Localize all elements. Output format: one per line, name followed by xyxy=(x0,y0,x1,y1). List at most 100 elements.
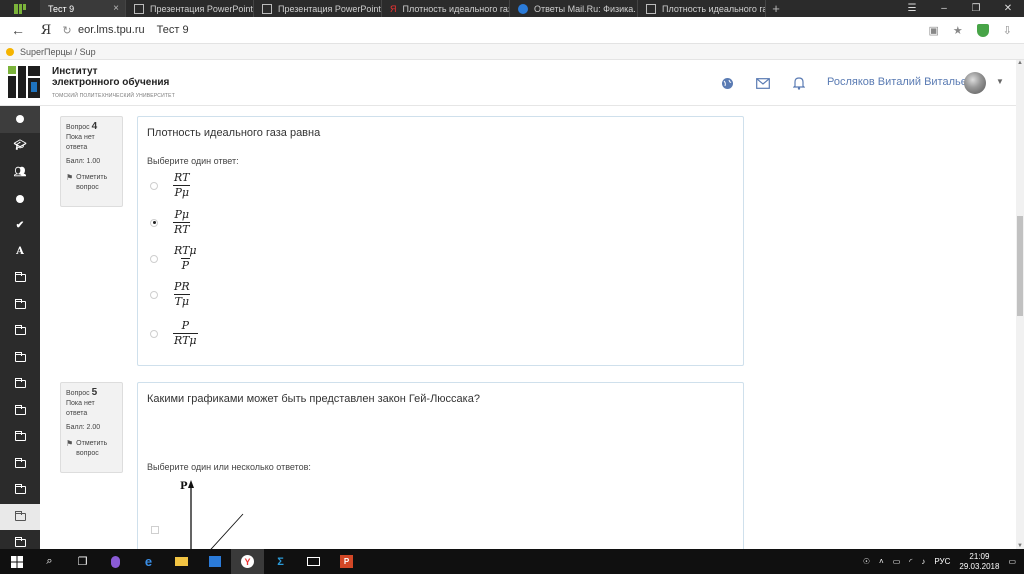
browser-tab-2[interactable]: Презентация PowerPoint xyxy=(126,0,254,17)
radio-button[interactable] xyxy=(150,290,158,299)
browser-tab-3[interactable]: Презентация PowerPoint xyxy=(254,0,382,17)
sidebar-item-folder-8[interactable] xyxy=(0,451,40,478)
sidebar-item-participants[interactable]: 👥︎ xyxy=(0,159,40,186)
yandex-browser-icon[interactable]: Y xyxy=(231,549,264,574)
back-arrow-icon[interactable]: ← xyxy=(0,22,36,38)
browser-tab-6[interactable]: Плотность идеального газа xyxy=(638,0,766,17)
question-box: Плотность идеального газа равна Выберите… xyxy=(137,116,744,366)
sidebar-item-dashboard[interactable]: 🎓︎ xyxy=(0,133,40,160)
browser-tab-1[interactable]: Тест 9 × xyxy=(40,0,126,17)
sidebar-item-folder-3[interactable] xyxy=(0,318,40,345)
close-window-icon[interactable]: ✕ xyxy=(992,0,1024,17)
folder-icon xyxy=(14,484,26,495)
graduation-cap-icon: 🎓︎ xyxy=(13,140,27,152)
users-icon: 👥︎ xyxy=(13,166,27,178)
new-tab-icon[interactable]: + xyxy=(766,0,786,17)
user-menu-name[interactable]: Росляков Виталий Витальевич xyxy=(827,76,985,88)
flag-icon: ⚑ xyxy=(66,439,74,448)
circle-icon xyxy=(16,194,24,203)
scroll-up-icon[interactable]: ▲ xyxy=(1016,60,1024,66)
check-circle-icon: ✔ xyxy=(15,219,25,231)
bookmark-star-icon[interactable]: ★ xyxy=(953,24,963,37)
document-icon xyxy=(134,3,144,14)
search-icon[interactable]: ⌕ xyxy=(33,549,66,574)
mail-icon[interactable] xyxy=(297,549,330,574)
sidebar-item-competencies[interactable]: ✔ xyxy=(0,212,40,239)
windows-taskbar: ⌕ ❐ e Y Σ P ☉ ˄ ▭ ◜ ♪ РУС 21:09 29.03.20… xyxy=(0,549,1024,574)
sidebar-item-folder-10[interactable] xyxy=(0,503,40,530)
yandex-logo-icon[interactable]: Я xyxy=(36,23,56,38)
close-icon[interactable]: × xyxy=(113,3,119,14)
document-icon xyxy=(646,3,656,14)
reload-icon[interactable]: ↻ xyxy=(56,24,78,37)
folder-icon xyxy=(14,325,26,336)
url-domain: eor.lms.tpu.ru xyxy=(78,24,145,36)
browser-tab-4[interactable]: Я Плотность идеального газа xyxy=(382,0,510,17)
cortana-icon[interactable] xyxy=(99,549,132,574)
answer-option-4[interactable]: PR Tμ xyxy=(150,281,191,308)
chevron-up-icon[interactable]: ˄ xyxy=(879,557,884,566)
minimize-icon[interactable]: – xyxy=(928,0,960,17)
downloads-icon[interactable]: ⇩ xyxy=(1003,24,1012,37)
language-indicator[interactable]: РУС xyxy=(934,557,950,566)
url-page-title: Тест 9 xyxy=(156,24,189,36)
url-field[interactable]: eor.lms.tpu.ru Тест 9 xyxy=(78,24,189,36)
quiz-content: Вопрос 4 Пока нет ответа Балл: 1.00 ⚑ От… xyxy=(40,106,1016,549)
sidebar-item-folder-7[interactable] xyxy=(0,424,40,451)
bookmark-item[interactable]: SuperПерцы / Sup xyxy=(20,47,96,57)
answer-option-3[interactable]: RTμ P xyxy=(150,245,198,272)
chevron-down-icon[interactable]: ▼ xyxy=(996,77,1004,86)
people-icon[interactable]: ☉ xyxy=(863,557,870,566)
answer-option-5[interactable]: P RTμ xyxy=(150,320,198,347)
app-sigma-icon[interactable]: Σ xyxy=(264,549,297,574)
start-icon[interactable] xyxy=(0,549,33,574)
sidebar-item-folder-1[interactable] xyxy=(0,265,40,292)
maximize-icon[interactable]: ❐ xyxy=(960,0,992,17)
wifi-icon[interactable]: ◜ xyxy=(909,557,912,566)
task-view-icon[interactable]: ❐ xyxy=(66,549,99,574)
notifications-bell-icon[interactable] xyxy=(792,76,806,90)
sidebar-item-folder-6[interactable] xyxy=(0,398,40,425)
reader-mode-icon[interactable]: ▣ xyxy=(929,24,939,37)
volume-icon[interactable]: ♪ xyxy=(921,557,925,566)
page-scrollbar[interactable]: ▲ ▼ xyxy=(1016,60,1024,549)
answer-option-1[interactable]: RT Pμ xyxy=(150,172,190,199)
formula: Pμ RT xyxy=(173,208,191,236)
radio-button[interactable] xyxy=(150,254,158,263)
avatar[interactable] xyxy=(964,72,986,94)
yandex-menu-icon[interactable] xyxy=(0,0,40,17)
notifications-icon[interactable]: ▭ xyxy=(1008,557,1016,566)
edge-icon[interactable]: e xyxy=(132,549,165,574)
powerpoint-icon[interactable]: P xyxy=(330,549,363,574)
browser-tab-5[interactable]: Ответы Mail.Ru: Физика. Мо xyxy=(510,0,638,17)
flag-question-link[interactable]: ⚑ Отметить вопрос xyxy=(66,173,117,193)
menu-icon[interactable]: ☰ xyxy=(896,0,928,17)
network-icon[interactable]: ▭ xyxy=(893,557,901,566)
answer-prompt: Выберите один или несколько ответов: xyxy=(147,462,311,472)
sidebar-item-folder-2[interactable] xyxy=(0,292,40,319)
messages-envelope-icon[interactable] xyxy=(756,76,770,90)
answer-checkbox[interactable] xyxy=(151,526,159,534)
institute-logo[interactable] xyxy=(8,66,40,98)
sidebar-item-folder-9[interactable] xyxy=(0,477,40,504)
sidebar-item-badges[interactable] xyxy=(0,186,40,213)
radio-button[interactable] xyxy=(150,181,158,190)
sidebar-item-grades[interactable]: A xyxy=(0,239,40,266)
folder-icon xyxy=(14,378,26,389)
file-explorer-icon[interactable] xyxy=(165,549,198,574)
sidebar-item-folder-5[interactable] xyxy=(0,371,40,398)
language-globe-icon[interactable] xyxy=(720,76,734,90)
radio-button[interactable] xyxy=(150,218,158,227)
system-clock[interactable]: 21:09 29.03.2018 xyxy=(959,552,999,572)
sidebar-toggle[interactable] xyxy=(0,106,40,133)
scrollbar-thumb[interactable] xyxy=(1017,216,1023,316)
answer-option-2[interactable]: Pμ RT xyxy=(150,208,191,236)
flag-question-link[interactable]: ⚑ Отметить вопрос xyxy=(66,439,117,459)
radio-button[interactable] xyxy=(150,329,158,338)
store-icon[interactable] xyxy=(198,549,231,574)
question-status: Пока нет ответа xyxy=(66,134,95,151)
sidebar-item-folder-4[interactable] xyxy=(0,345,40,372)
browser-tab-strip: Тест 9 × Презентация PowerPoint Презента… xyxy=(0,0,1024,17)
question-grade: Балл: 2.00 xyxy=(66,424,101,431)
protect-shield-icon[interactable] xyxy=(976,23,989,37)
